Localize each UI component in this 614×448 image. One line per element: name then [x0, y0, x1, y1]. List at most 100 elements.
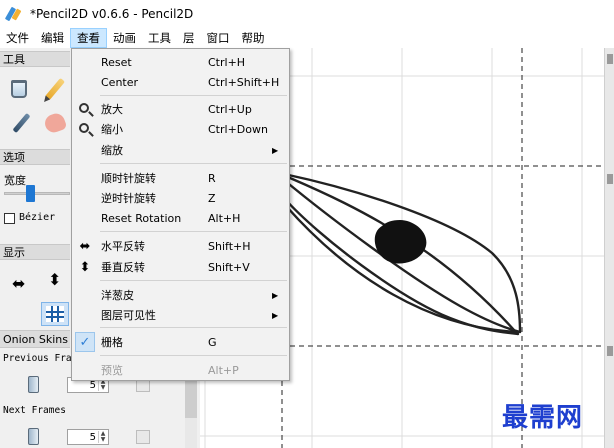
width-slider-handle[interactable]	[26, 185, 35, 202]
menu-item-preview: 预览 Alt+P	[72, 360, 289, 380]
menu-item-center[interactable]: Center Ctrl+Shift+H	[72, 72, 289, 92]
spinbox-arrows-icon[interactable]: ▲ ▼	[98, 431, 107, 443]
menu-separator	[100, 355, 287, 356]
grid-toggle-button[interactable]	[41, 302, 69, 326]
submenu-arrow-icon: ▶	[272, 310, 279, 320]
menu-separator	[100, 163, 287, 164]
next-frames-value: 5	[89, 431, 96, 443]
bezier-label: Bézier	[19, 212, 56, 223]
menu-item-reset[interactable]: Reset Ctrl+H	[72, 52, 289, 72]
menu-item-label: 栅格	[101, 336, 123, 349]
onion-next-icon[interactable]	[28, 428, 39, 445]
menu-separator	[100, 231, 287, 232]
display-panel-header: 显示	[0, 244, 70, 260]
watermark-logo: 最需网	[502, 403, 584, 433]
flip-vertical-icon[interactable]: ⬍	[48, 270, 61, 289]
menu-item-label: 缩小	[101, 123, 123, 136]
bucket-icon	[11, 80, 27, 98]
menu-item-shortcut: R	[208, 171, 216, 185]
window-title: *Pencil2D v0.6.6 - Pencil2D	[30, 7, 194, 21]
menu-item-label: Reset Rotation	[101, 211, 182, 225]
flip-horizontal-icon: ⬌	[79, 238, 91, 254]
title-bar: *Pencil2D v0.6.6 - Pencil2D	[0, 0, 614, 28]
previous-frames-value: 5	[89, 379, 96, 391]
dock-tab-marker[interactable]	[607, 174, 613, 184]
menu-item-label: 垂直反转	[101, 261, 145, 274]
bezier-checkbox[interactable]	[4, 213, 15, 224]
menu-item-label: 洋葱皮	[101, 289, 134, 302]
menu-item-label: 放大	[101, 103, 123, 116]
zoom-out-icon	[77, 121, 93, 137]
menu-item-shortcut: Alt+H	[208, 211, 241, 225]
menu-item-shortcut: Ctrl+H	[208, 55, 246, 69]
eyedropper-icon	[12, 112, 30, 134]
submenu-arrow-icon: ▶	[272, 290, 279, 300]
menu-window[interactable]: 窗口	[201, 28, 236, 48]
menu-item-label: 预览	[101, 364, 123, 377]
width-label: 宽度	[4, 174, 26, 187]
flip-vertical-icon: ⬍	[79, 259, 91, 275]
menu-edit[interactable]: 编辑	[35, 28, 70, 48]
onion-skins-panel-header: Onion Skins	[0, 330, 70, 348]
menu-item-shortcut: Ctrl+Shift+H	[208, 75, 280, 89]
flip-horizontal-icon[interactable]: ⬌	[12, 274, 25, 293]
submenu-arrow-icon: ▶	[272, 145, 279, 155]
menu-item-zoom-in[interactable]: 放大 Ctrl+Up	[72, 99, 289, 119]
menu-item-grid[interactable]: ✓ 栅格 G	[72, 332, 289, 352]
menu-item-zoom-submenu[interactable]: 缩放 ▶	[72, 140, 289, 160]
menu-item-flip-horizontal[interactable]: ⬌ 水平反转 Shift+H	[72, 236, 289, 256]
pencil-tool-button[interactable]	[42, 76, 68, 102]
menu-item-label: 水平反转	[101, 240, 145, 253]
right-dock	[604, 48, 614, 448]
eyedropper-tool-button[interactable]	[8, 110, 34, 136]
dock-scrollbar-track[interactable]	[185, 418, 197, 448]
menu-item-label: Center	[101, 75, 139, 89]
menu-item-shortcut: Z	[208, 191, 216, 205]
smudge-hand-icon	[42, 111, 68, 135]
menu-separator	[100, 327, 287, 328]
menu-item-shortcut: Alt+P	[208, 363, 239, 377]
menu-view[interactable]: 查看	[70, 28, 107, 48]
menu-help[interactable]: 帮助	[236, 28, 271, 48]
menu-layer[interactable]: 层	[177, 28, 201, 48]
menu-item-flip-vertical[interactable]: ⬍ 垂直反转 Shift+V	[72, 257, 289, 277]
menu-item-label: 缩放	[101, 144, 123, 157]
options-panel-header: 选项	[0, 149, 70, 165]
bucket-tool-button[interactable]	[6, 76, 32, 102]
pencil2d-logo-icon	[4, 6, 22, 22]
menu-tools[interactable]: 工具	[142, 28, 177, 48]
onion-previous-icon[interactable]	[28, 376, 39, 393]
dock-tab-marker[interactable]	[607, 346, 613, 356]
menu-separator	[100, 95, 287, 96]
menu-item-reset-rotation[interactable]: Reset Rotation Alt+H	[72, 208, 289, 228]
view-menu-dropdown: Reset Ctrl+H Center Ctrl+Shift+H 放大 Ctrl…	[71, 48, 290, 381]
grid-icon	[46, 306, 64, 322]
next-frames-spinbox[interactable]: 5 ▲ ▼	[67, 429, 109, 445]
menu-item-shortcut: Shift+H	[208, 239, 251, 253]
menu-item-label: 逆时针旋转	[101, 192, 156, 205]
zoom-in-icon	[77, 101, 93, 117]
next-color-swatch[interactable]	[136, 430, 150, 444]
menu-animation[interactable]: 动画	[107, 28, 142, 48]
menu-item-rotate-counterclockwise[interactable]: 逆时针旋转 Z	[72, 188, 289, 208]
menu-bar: 文件 编辑 查看 动画 工具 层 窗口 帮助	[0, 28, 614, 48]
menu-item-onion-skin-submenu[interactable]: 洋葱皮 ▶	[72, 285, 289, 305]
menu-item-zoom-out[interactable]: 缩小 Ctrl+Down	[72, 119, 289, 139]
width-slider-track[interactable]	[4, 192, 70, 195]
pencil-icon	[44, 77, 66, 101]
menu-item-shortcut: Ctrl+Up	[208, 102, 252, 116]
next-frames-label: Next Frames	[3, 405, 66, 416]
menu-item-layer-visibility-submenu[interactable]: 图层可见性 ▶	[72, 305, 289, 325]
previous-frames-label: Previous Fram	[3, 353, 78, 364]
menu-item-rotate-clockwise[interactable]: 顺时针旋转 R	[72, 168, 289, 188]
menu-item-label: Reset	[101, 55, 132, 69]
menu-file[interactable]: 文件	[0, 28, 35, 48]
smudge-tool-button[interactable]	[42, 110, 68, 136]
menu-item-shortcut: G	[208, 335, 217, 349]
menu-separator	[100, 280, 287, 281]
menu-item-label: 顺时针旋转	[101, 172, 156, 185]
menu-item-label: 图层可见性	[101, 309, 156, 322]
menu-item-shortcut: Shift+V	[208, 260, 250, 274]
dock-tab-marker[interactable]	[607, 54, 613, 64]
checkmark-icon: ✓	[79, 334, 91, 350]
